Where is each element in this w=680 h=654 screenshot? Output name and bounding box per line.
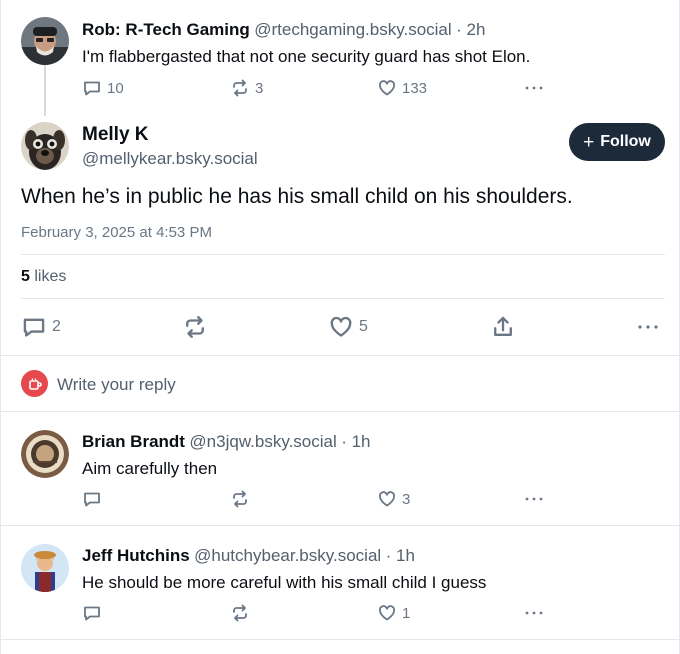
post-header: Rob: R-Tech Gaming @rtechgaming.bsky.soc…: [82, 20, 485, 40]
thread-connector-line: [44, 64, 46, 116]
avatar[interactable]: [21, 430, 69, 478]
author-name[interactable]: Melly K: [82, 124, 149, 146]
like-count: 1: [402, 604, 411, 622]
repost-icon: [233, 490, 247, 508]
divider: [1, 525, 680, 526]
reply-icon: [84, 606, 100, 621]
heart-icon: [379, 80, 395, 96]
likes-summary[interactable]: 5 likes: [21, 268, 66, 286]
like-button[interactable]: 3: [377, 489, 410, 509]
like-button[interactable]: 133: [377, 78, 427, 98]
reply-input-placeholder[interactable]: Write your reply: [57, 375, 176, 395]
post-text: When he’s in public he has his small chi…: [21, 185, 573, 208]
likes-count: 5: [21, 268, 30, 285]
post-header: Jeff Hutchins @hutchybear.bsky.social · …: [82, 546, 415, 566]
post-text: Aim carefully then: [82, 459, 218, 478]
more-icon: [525, 497, 543, 501]
post-time[interactable]: · 1h: [341, 432, 370, 451]
more-options-button[interactable]: [522, 489, 546, 509]
divider: [1, 639, 680, 640]
heart-icon: [330, 316, 352, 337]
like-count: 5: [359, 318, 368, 335]
user-avatar-icon: [21, 370, 48, 397]
repost-icon: [233, 79, 247, 97]
repost-icon: [186, 316, 204, 338]
author-handle[interactable]: @mellykear.bsky.social: [82, 149, 258, 169]
heart-icon: [379, 491, 395, 507]
post-timestamp[interactable]: February 3, 2025 at 4:53 PM: [21, 224, 212, 241]
more-options-button[interactable]: [522, 603, 546, 623]
post-header: Brian Brandt @n3jqw.bsky.social · 1h: [82, 432, 371, 452]
like-count: 3: [402, 490, 411, 508]
reply-count: 2: [52, 318, 61, 335]
more-icon: [525, 86, 543, 90]
reply-button[interactable]: [82, 603, 102, 623]
follow-button[interactable]: + Follow: [569, 123, 665, 161]
like-count: 133: [402, 79, 428, 97]
reply-button[interactable]: 10: [82, 78, 124, 98]
repost-button[interactable]: 3: [230, 78, 263, 98]
reply-icon: [84, 492, 100, 507]
author-handle[interactable]: @n3jqw.bsky.social: [189, 432, 336, 451]
author-name[interactable]: Jeff Hutchins: [82, 546, 190, 565]
reply-button[interactable]: [82, 489, 102, 509]
repost-count: 3: [255, 79, 264, 97]
like-button[interactable]: 1: [377, 603, 410, 623]
author-name[interactable]: Brian Brandt: [82, 432, 185, 451]
more-icon: [638, 325, 658, 329]
share-button[interactable]: [490, 314, 516, 340]
like-button[interactable]: 5: [328, 314, 368, 340]
post-text: He should be more careful with his small…: [82, 573, 487, 592]
more-options-button[interactable]: [522, 78, 546, 98]
reply-icon: [23, 318, 45, 337]
share-icon: [494, 316, 512, 336]
divider: [1, 411, 680, 412]
avatar[interactable]: [21, 122, 69, 170]
reply-count: 10: [107, 79, 124, 97]
author-handle[interactable]: @rtechgaming.bsky.social: [254, 20, 451, 39]
follow-label: Follow: [600, 133, 651, 150]
divider: [21, 298, 665, 299]
avatar[interactable]: [21, 17, 69, 65]
avatar[interactable]: [21, 544, 69, 592]
more-options-button[interactable]: [634, 314, 662, 340]
reply-icon: [84, 81, 100, 96]
author-name[interactable]: Rob: R-Tech Gaming: [82, 20, 250, 39]
author-handle[interactable]: @hutchybear.bsky.social: [194, 546, 381, 565]
repost-icon: [233, 604, 247, 622]
repost-button[interactable]: [182, 314, 208, 340]
plus-icon: +: [583, 131, 595, 153]
post-time[interactable]: · 1h: [386, 546, 415, 565]
thread-view: Rob: R-Tech Gaming @rtechgaming.bsky.soc…: [0, 0, 680, 654]
post-text: I'm flabbergasted that not one security …: [82, 47, 531, 66]
divider: [21, 254, 665, 255]
likes-label: likes: [34, 268, 67, 285]
reply-button[interactable]: 2: [21, 314, 61, 340]
heart-icon: [379, 605, 395, 621]
more-icon: [525, 611, 543, 615]
repost-button[interactable]: [230, 603, 250, 623]
repost-button[interactable]: [230, 489, 250, 509]
post-time[interactable]: · 2h: [456, 20, 485, 39]
